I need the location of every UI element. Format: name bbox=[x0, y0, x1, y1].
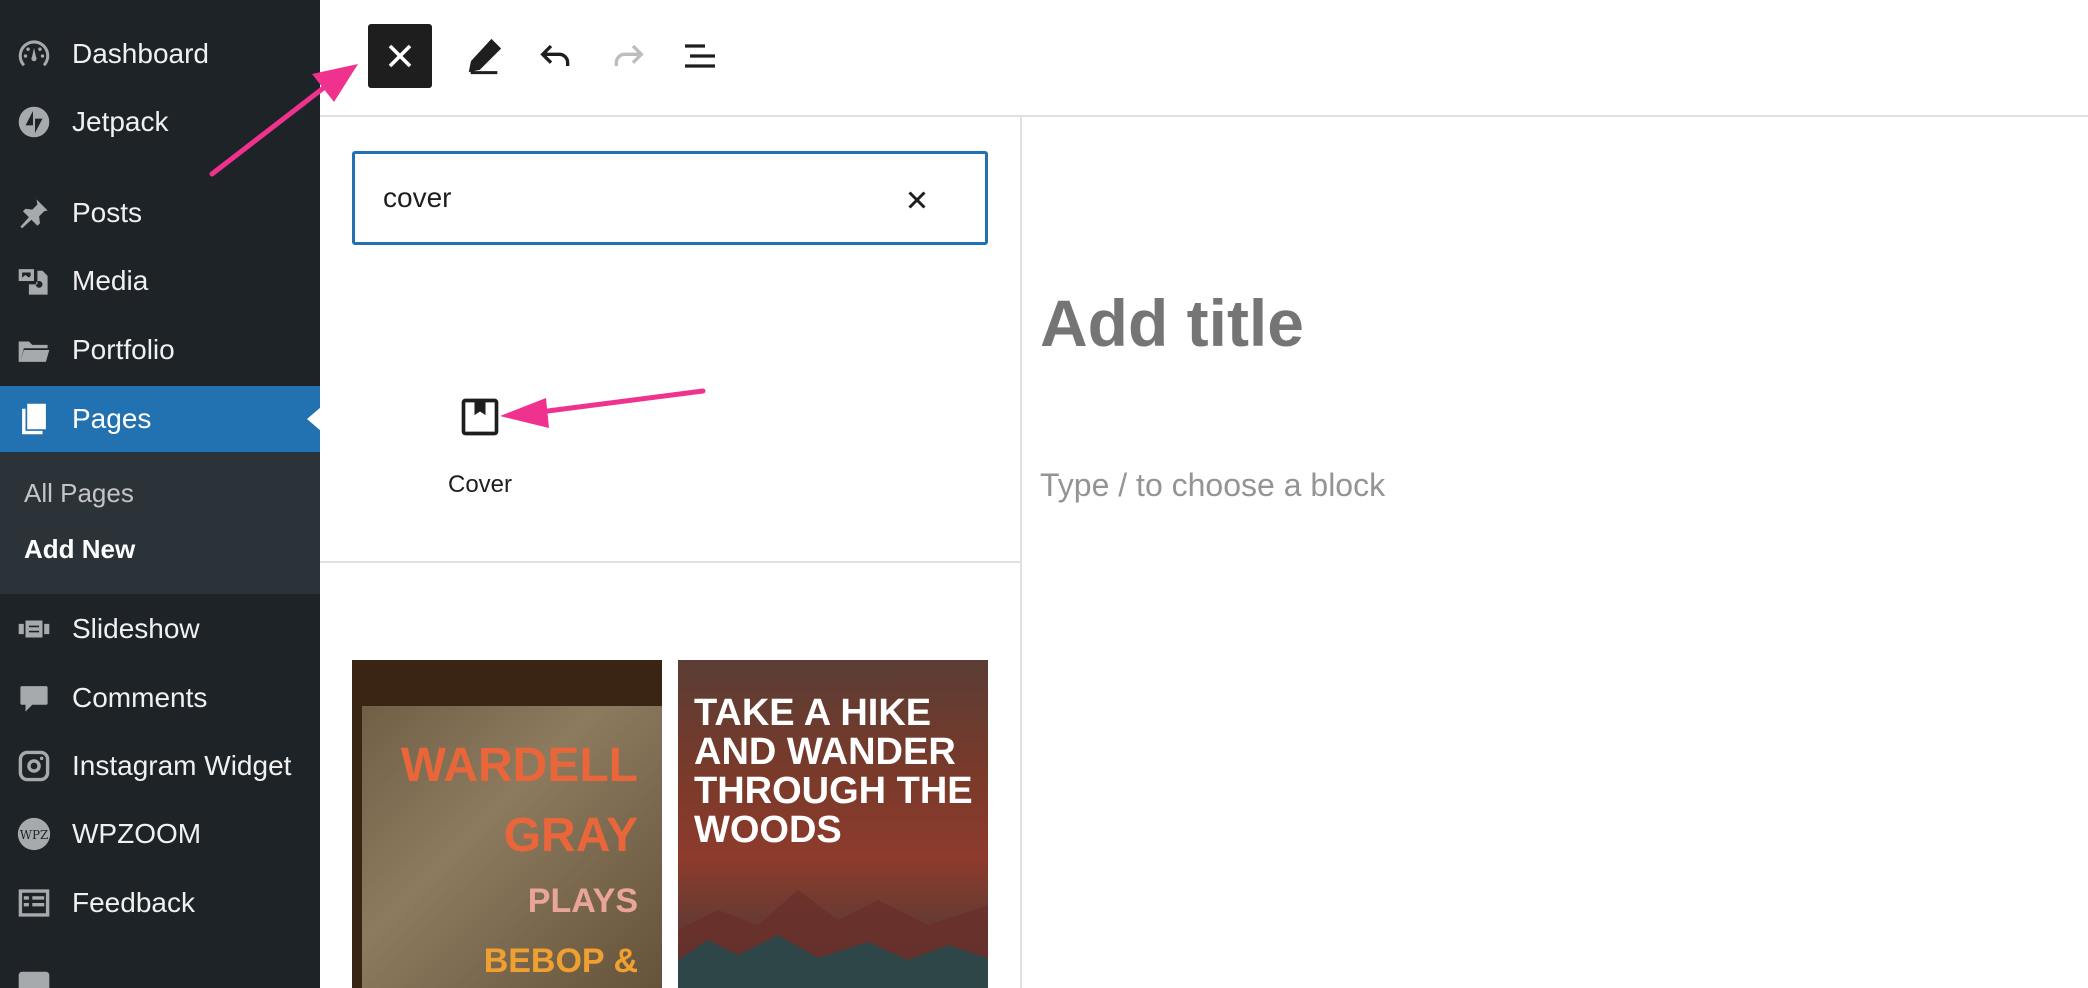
submenu-item-add-new[interactable]: Add New bbox=[24, 534, 135, 565]
pin-icon bbox=[16, 195, 52, 231]
sidebar-item-label: Portfolio bbox=[72, 334, 175, 365]
wpzoom-icon: WPZ bbox=[16, 816, 52, 852]
sidebar-item-label: Pages bbox=[72, 403, 152, 434]
undo-icon bbox=[540, 44, 570, 66]
slideshow-icon bbox=[16, 611, 52, 647]
pattern-preview-wardell-gray[interactable]: WARDELL GRAY PLAYS BEBOP & bbox=[352, 660, 662, 988]
woocommerce-icon bbox=[16, 964, 52, 988]
editor-canvas: Add title Type / to choose a block bbox=[1022, 117, 2088, 988]
sidebar-item-label: Slideshow bbox=[72, 613, 200, 644]
mountain-landscape-image bbox=[678, 890, 988, 988]
instagram-icon bbox=[16, 748, 52, 784]
pattern-preview-take-a-hike[interactable]: TAKE A HIKE AND WANDER THROUGH THE WOODS bbox=[678, 660, 988, 988]
sidebar-item-instagram-widget[interactable]: Instagram Widget bbox=[0, 734, 320, 798]
sidebar-item-slideshow[interactable]: Slideshow bbox=[0, 597, 320, 661]
sidebar-item-label: WPZOOM bbox=[72, 818, 202, 849]
pattern-text: WARDELL bbox=[400, 739, 638, 792]
redo-icon bbox=[614, 44, 644, 66]
sidebar-item-label: Posts bbox=[72, 197, 143, 228]
sidebar-item-posts[interactable]: Posts bbox=[0, 181, 320, 245]
editor-toolbar bbox=[320, 0, 2088, 117]
list-view-icon bbox=[685, 44, 715, 68]
pattern-text: TAKE A HIKE AND WANDER THROUGH THE WOODS bbox=[694, 692, 973, 851]
sidebar-item-label: Jetpack bbox=[72, 106, 169, 137]
feedback-icon bbox=[16, 885, 52, 921]
block-result-label: Cover bbox=[447, 471, 513, 498]
tools-button[interactable] bbox=[452, 24, 516, 88]
pages-submenu: All Pages Add New bbox=[0, 452, 320, 594]
sidebar-item-media[interactable]: Media bbox=[0, 249, 320, 313]
block-result-cover[interactable]: Cover bbox=[400, 387, 560, 517]
close-icon bbox=[908, 191, 926, 209]
block-appender-placeholder[interactable]: Type / to choose a block bbox=[1040, 467, 1385, 504]
block-search bbox=[352, 151, 988, 245]
page-title-placeholder[interactable]: Add title bbox=[1040, 285, 1304, 361]
sidebar-item-label: Media bbox=[72, 265, 149, 296]
sidebar-item-wpzoom[interactable]: WPZ WPZOOM bbox=[0, 802, 320, 866]
clear-search-button[interactable] bbox=[899, 182, 935, 218]
sidebar-item-label: Feedback bbox=[72, 887, 195, 918]
block-inserter-panel: Cover WARDELL GRAY PLAYS BEBOP & TAKE A … bbox=[320, 117, 1022, 988]
undo-button[interactable] bbox=[524, 24, 588, 88]
folder-icon bbox=[16, 332, 52, 368]
svg-text:WPZ: WPZ bbox=[20, 828, 48, 842]
media-icon bbox=[16, 263, 52, 299]
sidebar-item-comments[interactable]: Comments bbox=[0, 666, 320, 730]
block-search-input[interactable] bbox=[383, 178, 883, 218]
submenu-item-all-pages[interactable]: All Pages bbox=[24, 478, 134, 509]
panel-divider bbox=[320, 561, 1020, 563]
pattern-text: BEBOP & bbox=[483, 942, 638, 980]
sidebar-item-pages[interactable]: Pages bbox=[0, 386, 321, 452]
sidebar-item-dashboard[interactable]: Dashboard bbox=[0, 22, 320, 86]
sidebar-item-portfolio[interactable]: Portfolio bbox=[0, 318, 320, 382]
dashboard-icon bbox=[16, 36, 52, 72]
comment-icon bbox=[16, 680, 52, 716]
redo-button[interactable] bbox=[596, 24, 660, 88]
close-block-inserter-button[interactable] bbox=[368, 24, 432, 88]
sidebar-item-label: Dashboard bbox=[72, 38, 209, 69]
admin-sidebar: Dashboard Jetpack Posts Media Portfolio … bbox=[0, 0, 321, 988]
sidebar-item-label: Comments bbox=[72, 682, 208, 713]
jetpack-icon bbox=[16, 104, 52, 140]
pattern-text: PLAYS bbox=[527, 882, 638, 920]
cover-icon bbox=[461, 398, 499, 436]
pages-icon bbox=[16, 401, 52, 437]
pencil-icon bbox=[468, 38, 502, 75]
close-icon bbox=[388, 44, 412, 68]
sidebar-item-jetpack[interactable]: Jetpack bbox=[0, 90, 320, 154]
sidebar-item-cutoff bbox=[0, 960, 320, 988]
pattern-text: GRAY bbox=[503, 809, 638, 862]
sidebar-item-feedback[interactable]: Feedback bbox=[0, 871, 320, 935]
sidebar-item-label: Instagram Widget bbox=[72, 750, 292, 781]
document-overview-button[interactable] bbox=[668, 24, 732, 88]
active-indicator bbox=[307, 407, 321, 431]
